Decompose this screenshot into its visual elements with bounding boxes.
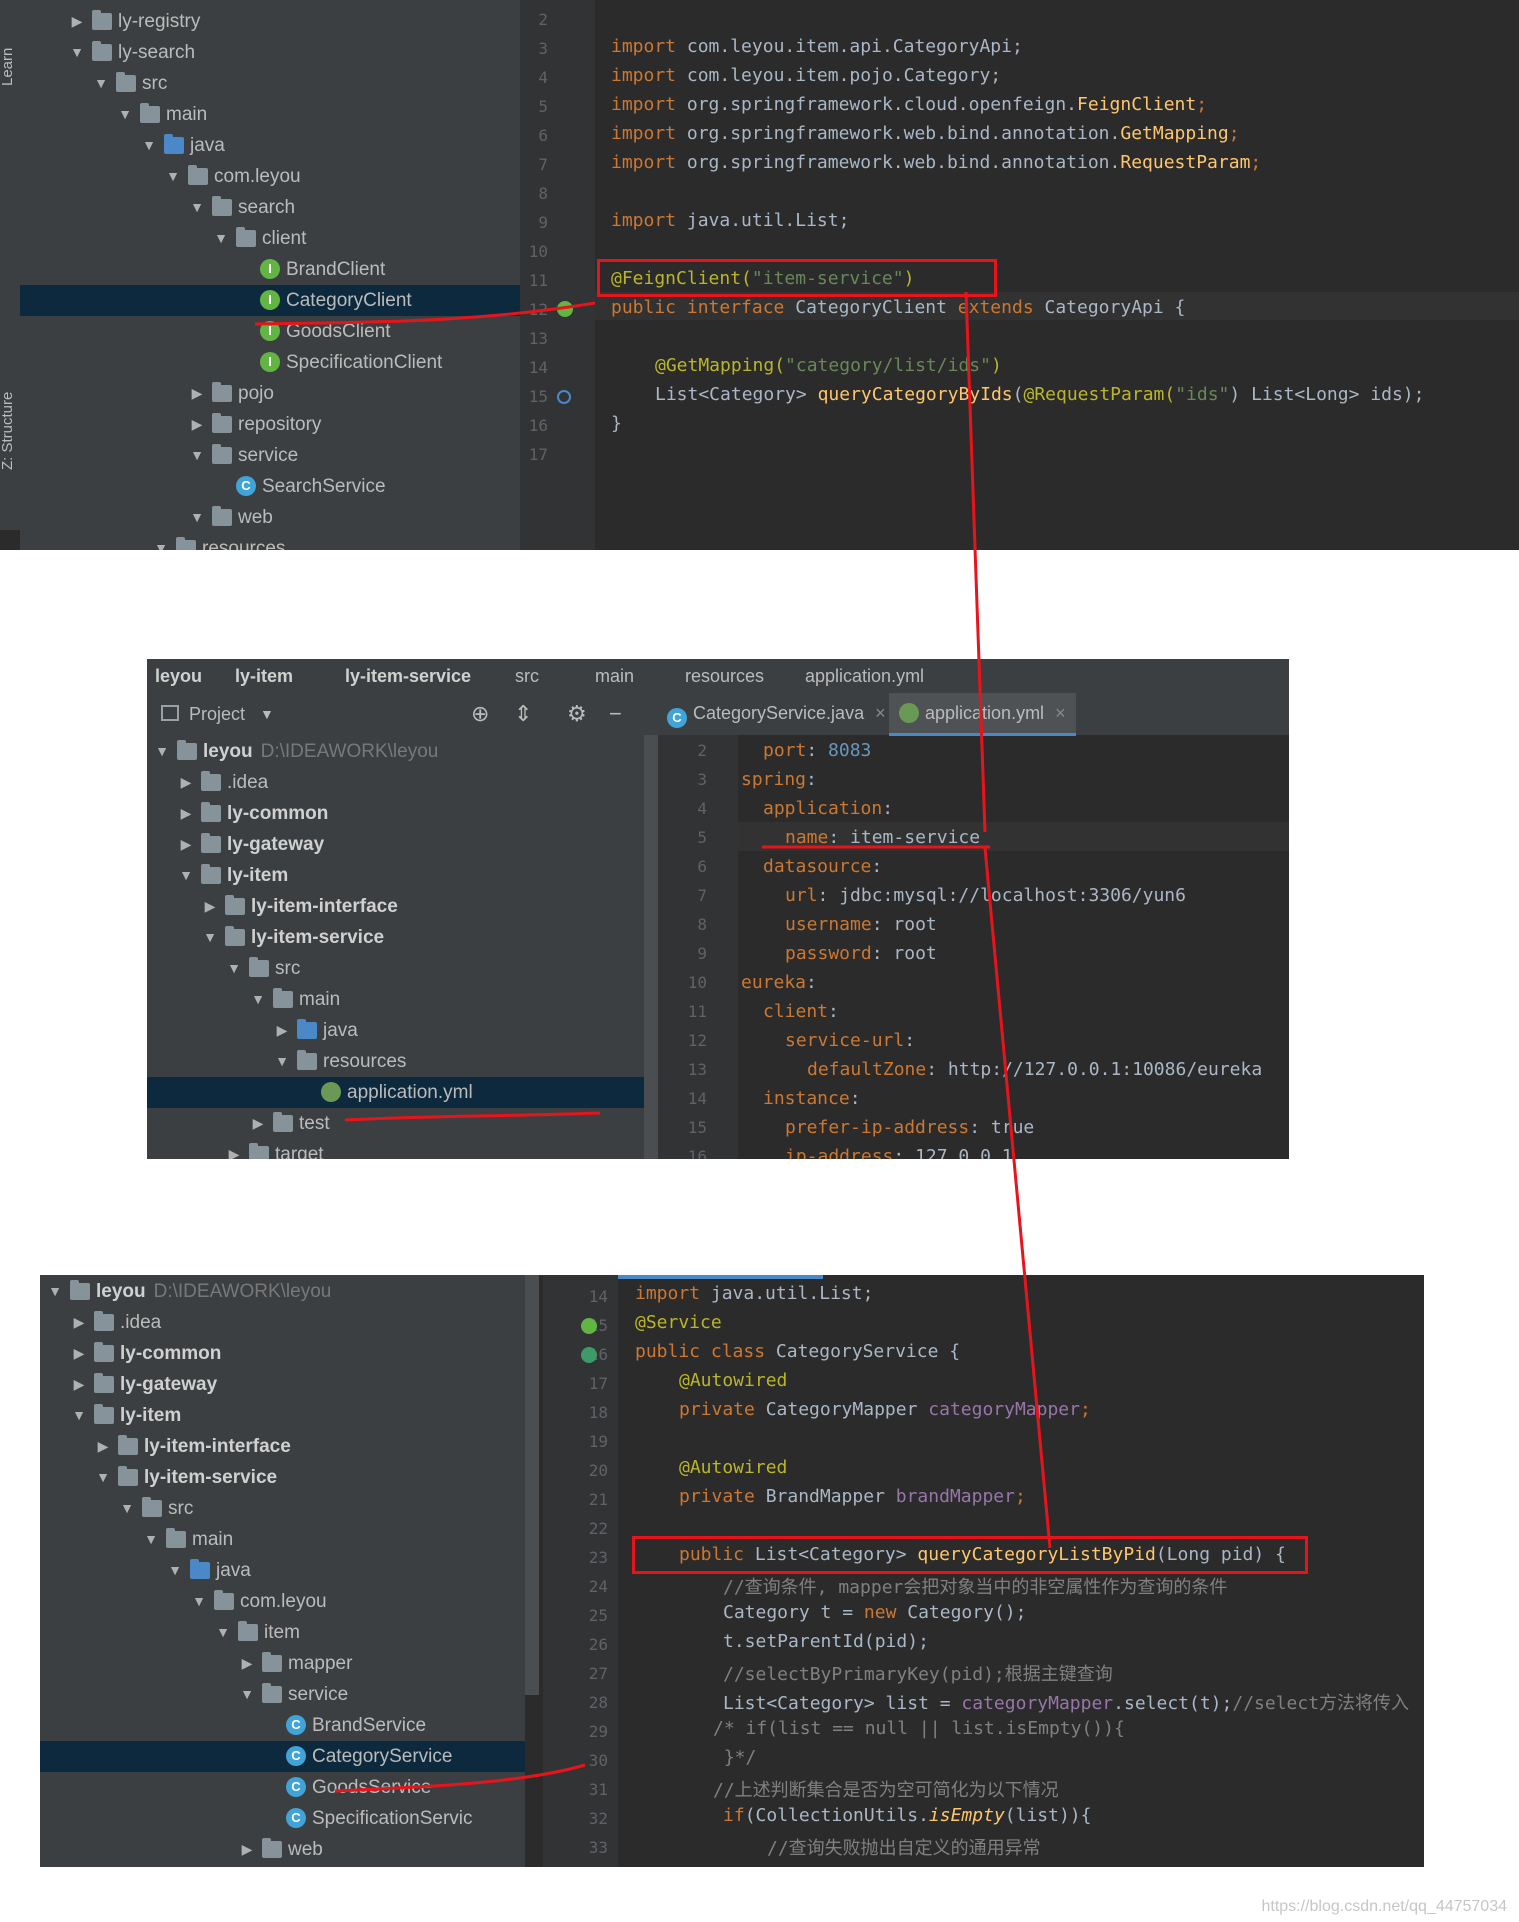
underline-application-yml — [344, 1111, 601, 1122]
connector-yml-to-service — [983, 847, 1052, 1549]
watermark: https://blog.csdn.net/qq_44757034 — [1261, 1898, 1507, 1915]
connector-feign-to-yml — [964, 291, 987, 833]
underline-categoryservice — [334, 1763, 586, 1793]
underline-categoryclient — [254, 301, 596, 326]
connector-lines — [254, 291, 1052, 1793]
